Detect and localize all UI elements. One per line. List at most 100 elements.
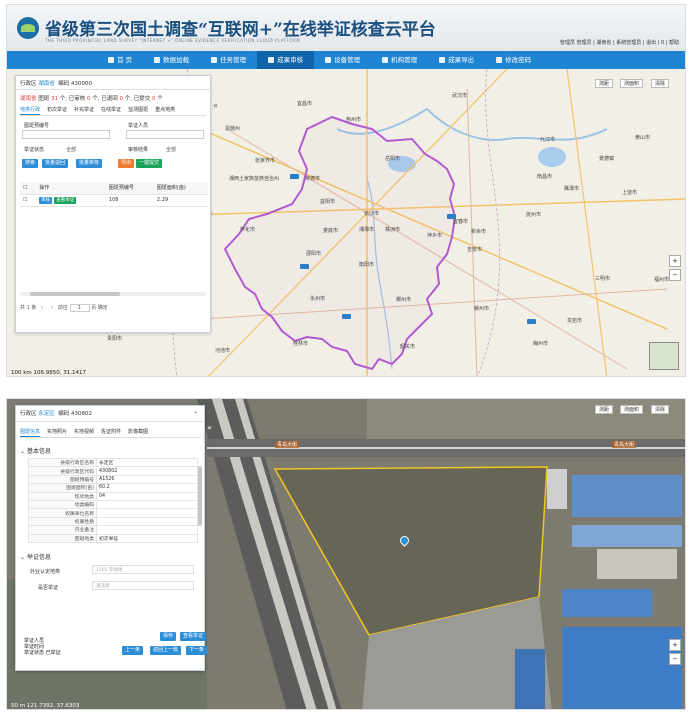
nav-data-load[interactable]: 数据加载 <box>143 51 200 69</box>
app-subtitle: THE THIRD PROVINCIAL LAND SURVEY "INTERN… <box>45 38 301 43</box>
parcel-no-input[interactable] <box>22 130 110 139</box>
tab-key-class[interactable]: 重点地类 <box>155 106 175 115</box>
nav-home[interactable]: 首 页 <box>97 51 143 69</box>
summary-count: 0 <box>119 96 124 102</box>
info-key: 图斑面积(亩) <box>28 483 97 493</box>
app-logo <box>17 17 39 39</box>
clear-button[interactable]: 清除 <box>651 79 670 88</box>
screenshot-top: 省级第三次国土调查“互联网+”在线举证核查云平台 THE THIRD PROVI… <box>6 4 686 377</box>
info-row: 权属单位名称 <box>28 508 198 518</box>
review-row-button[interactable]: 审核 <box>39 196 53 204</box>
parcel-summary: 湖南省 图斑 31 个, 已审核 0 个, 已退回 0 个, 已提交 0 个 <box>20 94 163 102</box>
search-button[interactable]: 搜索 <box>22 159 39 168</box>
collapse-panel-icon[interactable]: « <box>213 101 218 110</box>
map-place-label: 吉安市 <box>467 247 483 253</box>
database-icon <box>154 57 161 63</box>
field-land-class-select[interactable]: 1301 旱地地 <box>92 565 194 574</box>
region-value: 永定区 <box>38 411 55 417</box>
base-info-header[interactable]: ⌄ 基本信息 <box>20 446 51 455</box>
info-row: 县级行政区名称 永定区 <box>28 457 198 468</box>
tab-online-proof[interactable]: 在线举证 <box>101 106 121 115</box>
base-info-title: 基本信息 <box>26 448 51 455</box>
zoom-out-button[interactable]: − <box>669 269 681 281</box>
proof-person-input[interactable] <box>126 130 204 139</box>
info-row: 图斑地类 初次举证 <box>28 533 198 543</box>
map-place-label: 福州市 <box>654 277 670 283</box>
region-label: 行政区 <box>20 81 37 87</box>
bell-icon <box>211 57 218 63</box>
tab-land-admin[interactable]: 地类行政 <box>20 106 41 115</box>
user-icon <box>382 57 389 63</box>
nav-result-review[interactable]: 成果审核 <box>257 51 315 69</box>
map-place-label: 贵阳市 <box>107 336 123 342</box>
row-checkbox[interactable]: ☐ <box>20 194 37 207</box>
user-info[interactable]: 管理员 管理员 | 湖南省 | 系统管理员 | 退出 | 0 | 帮助 <box>560 39 679 46</box>
nav-result-export[interactable]: 成果导出 <box>428 51 485 69</box>
tab-attachments[interactable]: 佐证附件 <box>101 428 121 437</box>
tab-field-video[interactable]: 实地视频 <box>74 428 94 437</box>
nav-task-manage[interactable]: 任务管理 <box>200 51 257 69</box>
page-number-input[interactable]: 1 <box>69 304 90 312</box>
clear-button[interactable]: 清除 <box>651 405 670 414</box>
nav-org-manage[interactable]: 机构管理 <box>371 51 428 69</box>
prev-record-button[interactable]: 上一条 <box>122 646 144 655</box>
batch-return-button[interactable]: 批量退回 <box>42 159 69 168</box>
one-click-submit-button[interactable]: 一键提交 <box>136 159 163 168</box>
measure-area-button[interactable]: 测面积 <box>620 79 644 88</box>
nav-device-manage[interactable]: 设备管理 <box>314 51 371 69</box>
back-prev-level-button[interactable]: 返回上一级 <box>150 646 182 655</box>
map-place-label: 衡阳市 <box>359 262 375 268</box>
region-selector[interactable]: 行政区 永定区 编码 430802 ⌄ <box>16 406 204 422</box>
tab-initial-proof[interactable]: 初次举证 <box>47 106 67 115</box>
prev-page-icon[interactable]: ‹ <box>41 305 43 311</box>
pager-goto-label: 前往 <box>57 305 68 311</box>
is-proof-select[interactable]: 请选择 <box>92 581 194 590</box>
info-key: 地类编码 <box>28 499 97 510</box>
overview-map[interactable] <box>649 342 679 370</box>
batch-review-button[interactable]: 批量审核 <box>76 159 103 168</box>
proof-info-header[interactable]: ⌄ 举证信息 <box>20 552 51 561</box>
wrench-icon <box>325 57 332 63</box>
proof-status-select[interactable]: 全部 <box>66 146 76 153</box>
save-button[interactable]: 保存 <box>160 632 177 641</box>
tab-field-photos[interactable]: 实地照片 <box>47 428 67 437</box>
measure-area-button[interactable]: 测面积 <box>620 405 644 414</box>
collapse-panel-icon[interactable]: « <box>207 423 212 432</box>
zoom-out-button[interactable]: − <box>669 653 681 665</box>
zoom-in-button[interactable]: + <box>669 639 681 651</box>
horizontal-scrollbar[interactable] <box>20 292 206 296</box>
view-proof-row-button[interactable]: 查看举证 <box>54 196 77 204</box>
info-value: 永定区 <box>96 457 198 468</box>
nav-label: 修改密码 <box>505 56 532 64</box>
measure-distance-button[interactable]: 测距 <box>595 405 614 414</box>
zoom-in-button[interactable]: + <box>669 255 681 267</box>
pager-confirm-button[interactable]: 确定 <box>98 305 108 311</box>
next-record-button[interactable]: 下一条 <box>186 646 208 655</box>
review-result-select[interactable]: 全部 <box>166 146 176 153</box>
tab-monitor-parcel[interactable]: 监测图斑 <box>128 106 148 115</box>
region-selector[interactable]: 行政区 湖南省 编码 430000 <box>16 76 210 90</box>
screenshot-bottom: 青岛大街 青岛大街 测距 测面积 清除 + − 50 m 121.7392, 3… <box>6 398 686 710</box>
pager-total: 共 1 条 <box>20 305 37 311</box>
proof-status-label: 举证状态 <box>24 147 45 153</box>
view-proof-button[interactable]: 查看举证 <box>180 632 207 641</box>
next-page-icon[interactable]: › <box>51 305 53 311</box>
col-action: 操作 <box>36 182 106 195</box>
nav-change-password[interactable]: 修改密码 <box>485 51 542 69</box>
tab-parcel-info[interactable]: 图斑信息 <box>20 428 41 437</box>
info-value: 04 <box>96 491 198 501</box>
map-place-label: 梅州市 <box>533 341 549 347</box>
chevron-down-icon[interactable]: ⌄ <box>193 409 198 415</box>
map-place-label: 湘潭市 <box>359 227 375 233</box>
vertical-scrollbar[interactable] <box>198 466 202 526</box>
measure-distance-button[interactable]: 测距 <box>595 79 614 88</box>
info-value: A1526 <box>96 474 198 485</box>
tab-image-capture[interactable]: 影像截图 <box>128 428 148 437</box>
map-place-label: 恩施州 <box>225 126 241 132</box>
map-place-label: 邵阳市 <box>306 251 322 257</box>
export-button[interactable]: 导出 <box>118 159 135 168</box>
tab-supplement-proof[interactable]: 补充举证 <box>74 106 94 115</box>
map-place-label: 南昌市 <box>537 174 553 180</box>
select-all-checkbox[interactable]: ☐ <box>20 182 37 195</box>
measure-label: 测距 <box>599 81 610 87</box>
